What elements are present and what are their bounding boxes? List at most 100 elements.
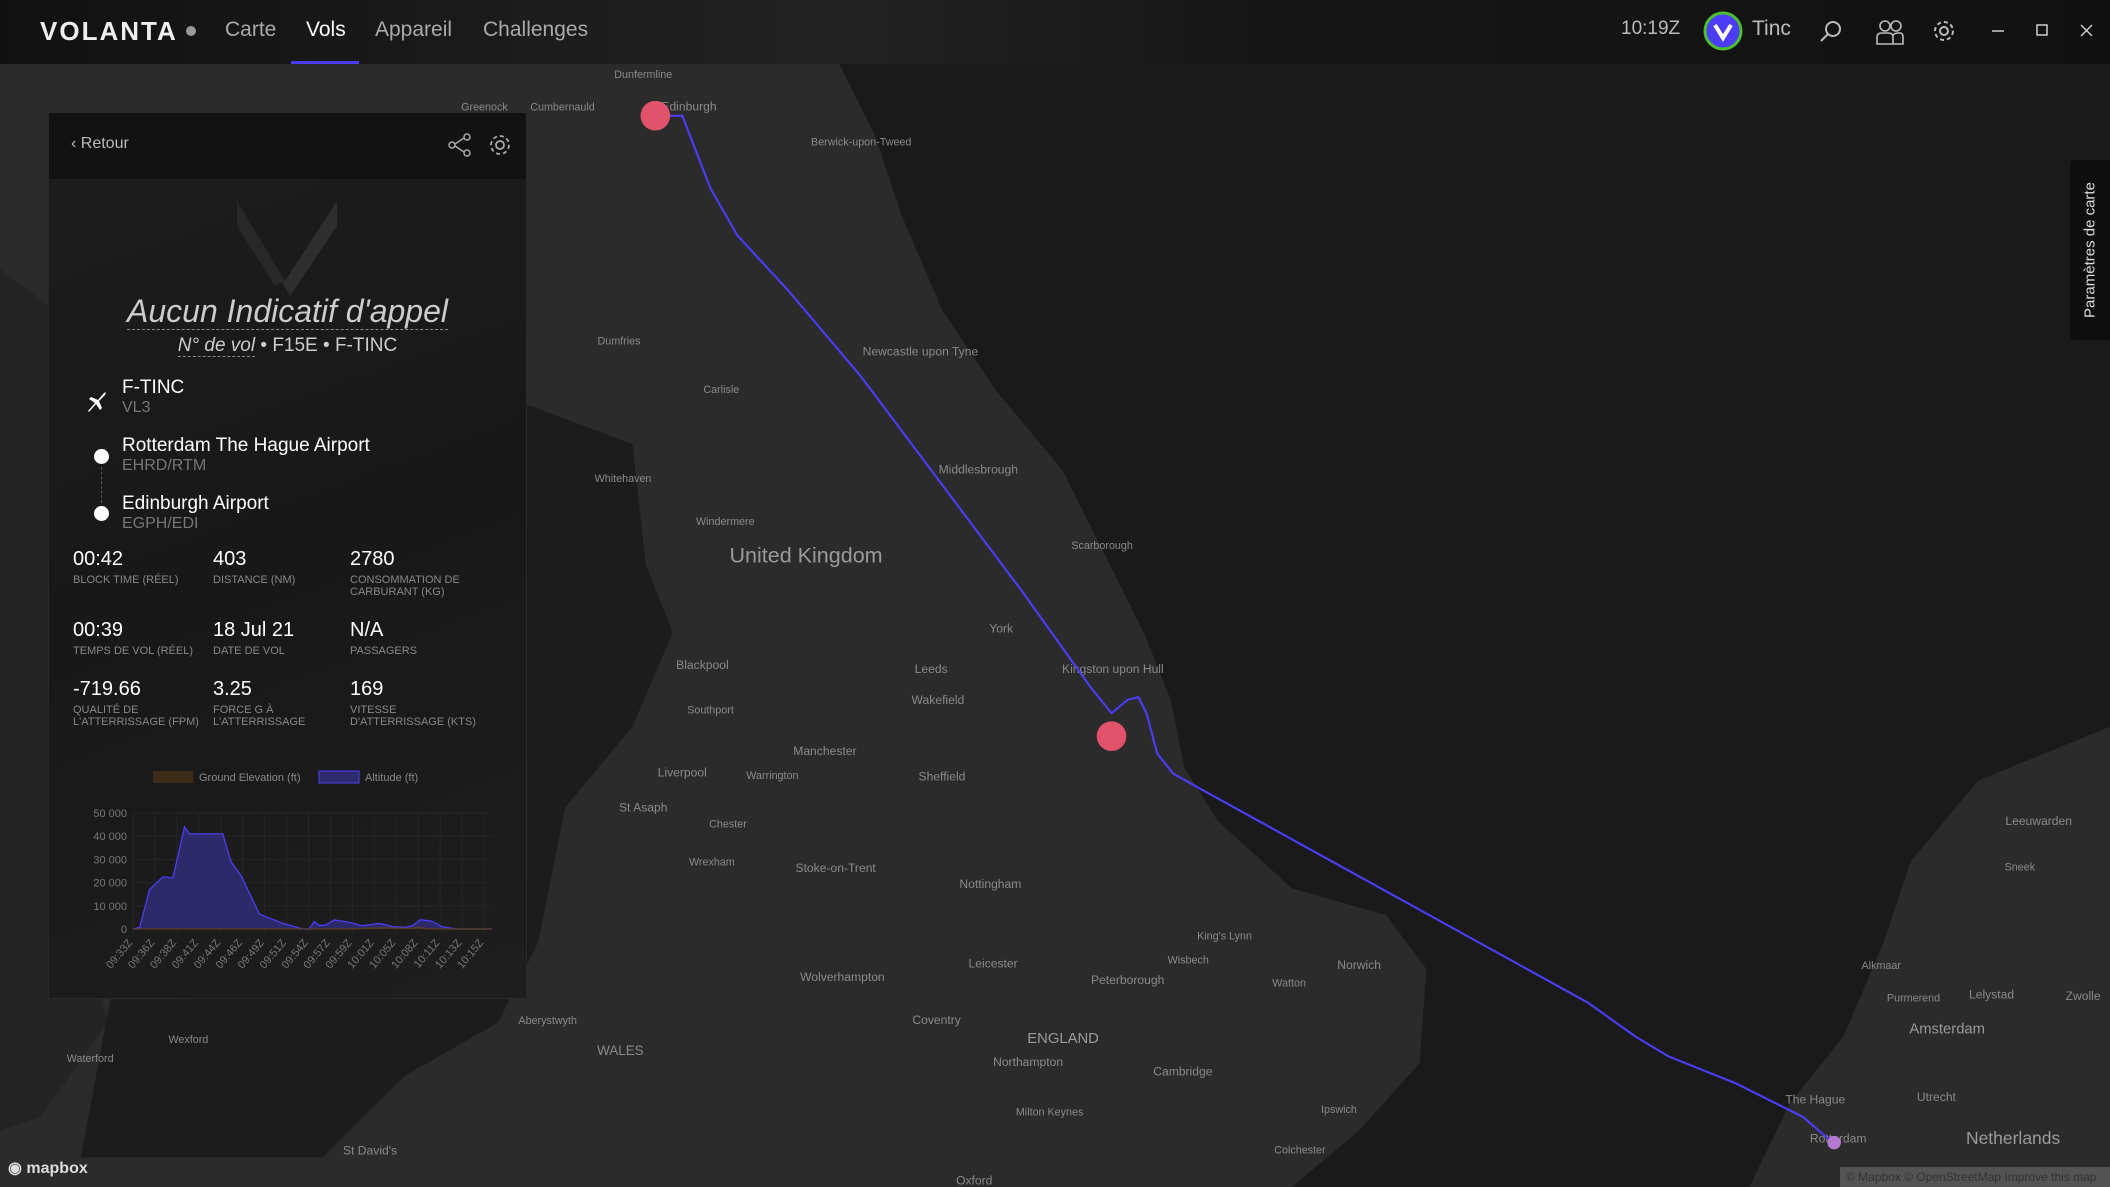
map-label: Wisbech (1168, 955, 1209, 967)
stat-value: 00:39 (73, 619, 124, 641)
stat-value: 2780 (350, 548, 395, 570)
map-label: Wolverhampton (800, 970, 885, 984)
callsign-title[interactable]: Aucun Indicatif d'appel (49, 293, 526, 330)
map-label: Netherlands (1966, 1128, 2061, 1148)
map-label: Dunfermline (614, 69, 672, 81)
y-tick-label: 0 (121, 924, 127, 936)
map-label: Wakefield (912, 693, 965, 707)
stat-label: TEMPS DE VOL (RÉEL) (73, 645, 194, 657)
registration: F-TINC (334, 335, 398, 356)
map-label: Peterborough (1091, 973, 1164, 987)
map-label: WALES (597, 1043, 644, 1058)
map-label: Southport (687, 704, 734, 716)
arrival-airport: Edinburgh Airport (122, 493, 269, 514)
flight-subtitle: N° de vol • F15E • F-TINC (177, 335, 398, 357)
top-bar: VOLANTA Carte Vols Appareil Challenges 1… (0, 0, 2110, 64)
stat-label: DATE DE VOL (213, 645, 285, 657)
stat-label: QUALITÉ DE L'ATTERRISSAGE (FPM) (73, 704, 199, 728)
map-label: Newcastle upon Tyne (863, 344, 979, 358)
nav-appareil[interactable]: Appareil (375, 18, 452, 42)
map-label: Oxford (956, 1173, 992, 1187)
map-label: Sneek (2005, 862, 2036, 874)
map-label: Windermere (696, 516, 755, 528)
map-label: Leicester (969, 957, 1018, 971)
stat-label: DISTANCE (NM) (213, 574, 296, 586)
y-tick-label: 20 000 (93, 878, 127, 890)
map-label: Norwich (1337, 958, 1381, 972)
back-button[interactable]: ‹ Retour (71, 135, 129, 153)
stat-value: 00:42 (73, 548, 124, 570)
map-label: Watton (1272, 977, 1306, 989)
arrival-code: EGPH/EDI (122, 515, 199, 532)
aircraft-type: F15E (272, 335, 318, 356)
map-label: Ipswich (1321, 1104, 1357, 1116)
map-label: Manchester (793, 744, 856, 758)
mapbox-icon: ◉ (8, 1160, 27, 1177)
chevron-left-icon: ‹ (71, 135, 81, 152)
stat-label: CONSOMMATION DE CARBURANT (KG) (350, 574, 460, 598)
settings-icon[interactable] (488, 133, 512, 157)
y-tick-label: 50 000 (93, 808, 127, 820)
map-label: Purmerend (1887, 992, 1940, 1004)
avatar[interactable] (1703, 11, 1743, 51)
map-label: ENGLAND (1027, 1031, 1099, 1047)
y-tick-label: 30 000 (93, 854, 127, 866)
stat-value: 3.25 (213, 678, 252, 700)
nav-carte[interactable]: Carte (225, 18, 276, 42)
aircraft-marker-hull[interactable] (1096, 721, 1127, 751)
aircraft-marker-edinburgh[interactable] (640, 100, 671, 131)
aircraft-type-code: VL3 (122, 399, 151, 416)
minimize-icon[interactable] (1992, 26, 2006, 36)
map-label: Cumbernauld (530, 101, 595, 113)
close-icon[interactable] (2080, 24, 2094, 38)
map-label: Wrexham (689, 856, 735, 868)
map-label: Amsterdam (1909, 1022, 1985, 1038)
map-label: York (989, 622, 1014, 636)
map-label: Chester (709, 819, 747, 831)
map-label: King's Lynn (1197, 930, 1252, 942)
map-attribution[interactable]: © Mapbox © OpenStreetMap Improve this ma… (1840, 1167, 2110, 1187)
flight-number[interactable]: N° de vol (177, 335, 256, 357)
map-label: St David's (343, 1144, 397, 1158)
map-label: Coventry (912, 1013, 961, 1027)
map-label: Edinburgh (661, 99, 716, 113)
map-label: Dumfries (597, 336, 640, 348)
map-label: Liverpool (658, 766, 707, 780)
map-label: The Hague (1785, 1093, 1845, 1107)
panel-header: ‹ Retour (49, 113, 526, 179)
stat-value: 18 Jul 21 (213, 619, 295, 641)
departure-marker[interactable] (1827, 1135, 1841, 1150)
map-settings-label: Paramètres de carte (2081, 182, 2099, 318)
search-icon[interactable] (1818, 20, 1842, 44)
map-label: Colchester (1274, 1144, 1326, 1156)
flight-details-panel: ‹ Retour Aucun Indicatif d'appel N° de v… (48, 112, 527, 999)
stat-label: FORCE G À L'ATTERRISSAGE (213, 704, 306, 728)
map-settings-tab[interactable]: Paramètres de carte (2070, 160, 2110, 340)
map-label: Alkmaar (1862, 960, 1902, 972)
departure-dot (94, 449, 109, 464)
departure-code: EHRD/RTM (122, 457, 207, 474)
legend-label: Ground Elevation (ft) (199, 772, 301, 784)
gear-icon[interactable] (1932, 19, 1956, 43)
map-label: Berwick-upon-Tweed (811, 136, 911, 148)
map-label: Middlesbrough (939, 463, 1018, 477)
mapbox-logo[interactable]: ◉ mapbox (8, 1158, 88, 1178)
legend-swatch (318, 770, 360, 784)
map-label: Northampton (993, 1055, 1063, 1069)
username[interactable]: Tinc (1752, 17, 1791, 41)
nav-challenges[interactable]: Challenges (483, 18, 588, 42)
map-label: Warrington (746, 770, 798, 782)
map-label: Leeuwarden (2005, 814, 2072, 828)
maximize-icon[interactable] (2036, 24, 2050, 38)
friends-icon[interactable] (1876, 19, 1904, 45)
share-icon[interactable] (448, 133, 472, 157)
nav-vols[interactable]: Vols (306, 18, 346, 42)
route-connector (101, 467, 102, 503)
utc-time: 10:19Z (1621, 18, 1681, 39)
arrival-dot (94, 506, 109, 521)
stat-value: N/A (350, 619, 384, 641)
y-tick-label: 10 000 (93, 901, 127, 913)
map-label: Carlisle (703, 384, 739, 396)
legend-swatch (153, 771, 193, 783)
map-label: Blackpool (676, 658, 729, 672)
